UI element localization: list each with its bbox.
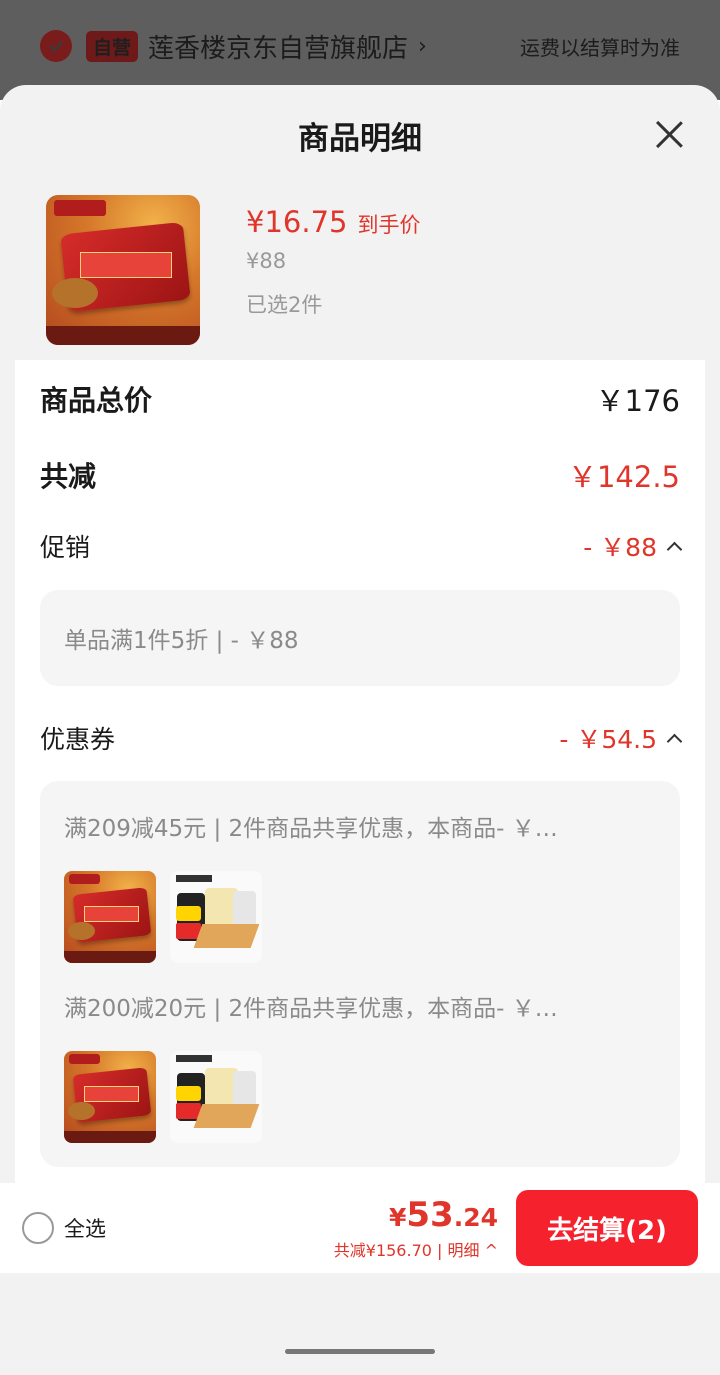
discount-label: 共减 bbox=[40, 460, 97, 493]
biscuit-thumbnail bbox=[170, 871, 262, 963]
chevron-up-icon[interactable] bbox=[666, 541, 683, 558]
coupon-label: 优惠券 bbox=[40, 725, 116, 754]
home-indicator bbox=[285, 1349, 435, 1354]
biscuit-thumbnail bbox=[170, 1051, 262, 1143]
coupon-item-products bbox=[64, 871, 656, 963]
coupon-row[interactable]: 优惠券 - ￥54.5 bbox=[40, 720, 683, 756]
sheet-title: 商品明细 bbox=[298, 120, 422, 157]
checkmark-icon bbox=[40, 30, 72, 62]
coupon-item-products bbox=[64, 1051, 656, 1143]
mooncake-thumbnail bbox=[64, 871, 156, 963]
product-price-label: 到手价 bbox=[357, 213, 421, 237]
original-price: ¥88 bbox=[246, 249, 287, 273]
chevron-up-icon[interactable] bbox=[666, 733, 683, 750]
total-row: 商品总价 ￥176 bbox=[40, 378, 680, 420]
discount-detail-link[interactable]: 共减¥156.70 | 明细 ^ bbox=[334, 1237, 498, 1261]
product-image bbox=[46, 195, 200, 345]
product-price: ¥16.75 bbox=[246, 205, 348, 239]
total-label: 商品总价 bbox=[40, 384, 153, 417]
coupon-detail-box: 满209减45元 | 2件商品共享优惠，本商品- ￥… 满200减20元 | 2… bbox=[40, 781, 680, 1167]
discount-row: 共减 ￥142.5 bbox=[40, 454, 680, 496]
checkout-button[interactable]: 去结算(2) bbox=[516, 1190, 698, 1266]
promo-label: 促销 bbox=[40, 533, 91, 562]
total-value: ￥176 bbox=[595, 384, 680, 418]
store-name: 莲香楼京东自营旗舰店 bbox=[148, 33, 409, 64]
coupon-item-text: 满200减20元 | 2件商品共享优惠，本商品- ￥… bbox=[64, 996, 558, 1022]
checkout-bar: 全选 ¥53.24 共减¥156.70 | 明细 ^ 去结算(2) bbox=[0, 1183, 720, 1273]
self-operated-badge: 自营 bbox=[86, 30, 139, 62]
price-breakdown-panel: 商品总价 ￥176 共减 ￥142.5 促销 - ￥88 单品满1件5折 | -… bbox=[15, 360, 705, 1190]
promo-value: - ￥88 bbox=[583, 533, 657, 562]
store-header: 自营 莲香楼京东自营旗舰店 › 运费以结算时为准 bbox=[0, 0, 720, 92]
sheet-header: 商品明细 bbox=[0, 85, 720, 185]
product-detail-sheet: 商品明细 ¥16.75 到手价 ¥88 已选2件 商品总价 ￥176 共减 ￥1… bbox=[0, 85, 720, 1375]
promo-detail-box: 单品满1件5折 | - ￥88 bbox=[40, 590, 680, 686]
shipping-note: 运费以结算时为准 bbox=[520, 35, 680, 60]
selected-count: 已选2件 bbox=[246, 293, 323, 317]
product-summary: ¥16.75 到手价 ¥88 已选2件 bbox=[46, 195, 420, 345]
promo-detail: 单品满1件5折 | - ￥88 bbox=[64, 628, 299, 654]
coupon-value: - ￥54.5 bbox=[559, 725, 657, 754]
discount-value: ￥142.5 bbox=[567, 460, 680, 494]
promo-row[interactable]: 促销 - ￥88 bbox=[40, 528, 683, 564]
select-all-radio[interactable] bbox=[22, 1212, 54, 1244]
mooncake-thumbnail bbox=[64, 1051, 156, 1143]
close-icon[interactable] bbox=[654, 119, 684, 149]
total-summary: ¥53.24 共减¥156.70 | 明细 ^ bbox=[334, 1195, 498, 1261]
select-all-label[interactable]: 全选 bbox=[64, 1213, 106, 1243]
final-total: ¥53.24 bbox=[388, 1195, 498, 1235]
coupon-item-text: 满209减45元 | 2件商品共享优惠，本商品- ￥… bbox=[64, 816, 558, 842]
chevron-right-icon: › bbox=[418, 33, 427, 59]
